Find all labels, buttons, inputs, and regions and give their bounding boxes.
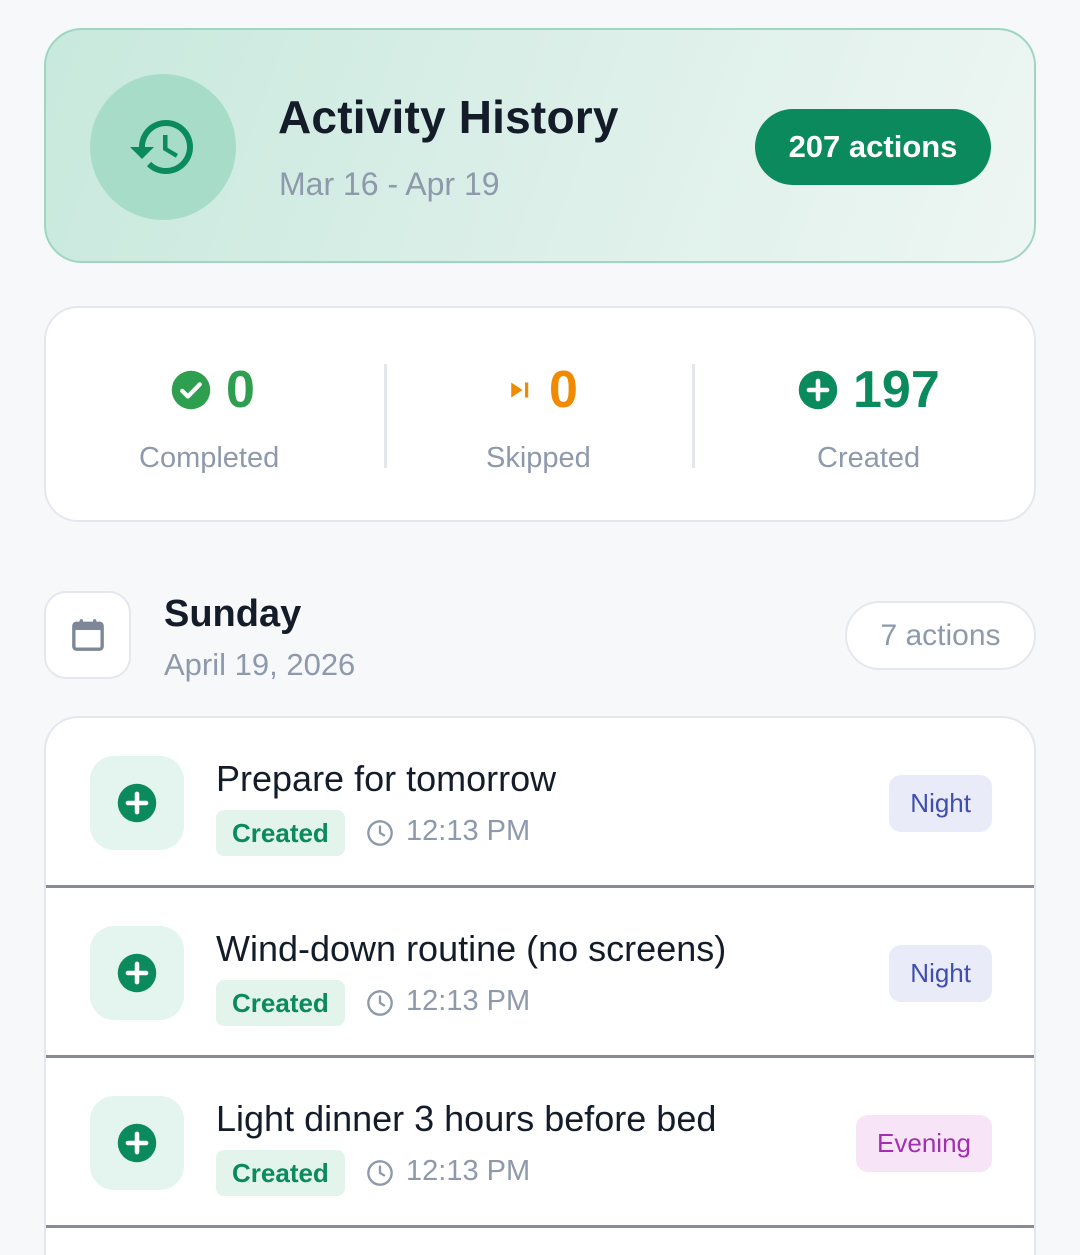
stat-created: 197 Created — [694, 308, 1038, 520]
day-date: April 19, 2026 — [164, 647, 356, 682]
clock-icon — [367, 1160, 393, 1186]
skipped-count: 0 — [549, 361, 578, 419]
time-of-day-tag: Night — [889, 775, 992, 832]
check-circle-icon — [171, 370, 211, 410]
list-item[interactable]: Prepare for tomorrow Created 12:13 PM Ni… — [46, 718, 1034, 888]
list-item[interactable]: Light dinner 3 hours before bed Created … — [46, 1058, 1034, 1228]
calendar-icon — [44, 591, 131, 679]
stat-skipped: 0 Skipped — [386, 308, 694, 520]
item-title: Light dinner 3 hours before bed — [216, 1098, 717, 1139]
day-weekday: Sunday — [164, 593, 302, 635]
action-list: Prepare for tomorrow Created 12:13 PM Ni… — [44, 716, 1036, 1255]
total-actions-badge[interactable]: 207 actions — [755, 109, 991, 185]
day-actions-badge: 7 actions — [845, 601, 1036, 670]
clock-icon — [367, 990, 393, 1016]
item-title: Prepare for tomorrow — [216, 758, 557, 799]
skipped-label: Skipped — [486, 442, 591, 474]
item-time: 12:13 PM — [406, 985, 531, 1017]
item-time: 12:13 PM — [406, 1155, 531, 1187]
stats-card: 0 Completed 0 Skipped 197 Created — [44, 306, 1036, 522]
stat-completed: 0 Completed — [46, 308, 386, 520]
activity-history-page: Activity History Mar 16 - Apr 19 207 act… — [0, 0, 1080, 1255]
completed-label: Completed — [139, 442, 280, 474]
add-circle-icon — [90, 756, 184, 850]
completed-count: 0 — [226, 361, 255, 419]
created-label: Created — [817, 442, 921, 474]
skip-next-icon — [511, 382, 529, 398]
status-badge: Created — [216, 810, 345, 856]
add-circle-icon — [90, 1096, 184, 1190]
add-circle-icon — [90, 926, 184, 1020]
created-count: 197 — [853, 361, 940, 419]
activity-summary-card: Activity History Mar 16 - Apr 19 207 act… — [44, 28, 1036, 263]
item-time: 12:13 PM — [406, 815, 531, 847]
status-badge: Created — [216, 980, 345, 1026]
status-badge: Created — [216, 1150, 345, 1196]
time-of-day-tag: Evening — [856, 1115, 992, 1172]
history-icon — [90, 74, 236, 220]
add-circle-icon — [798, 370, 838, 410]
page-title: Activity History — [278, 91, 619, 143]
item-title: Wind-down routine (no screens) — [216, 928, 727, 969]
time-of-day-tag: Night — [889, 945, 992, 1002]
clock-icon — [367, 820, 393, 846]
date-range: Mar 16 - Apr 19 — [279, 166, 500, 202]
list-item[interactable]: Wind-down routine (no screens) Created 1… — [46, 888, 1034, 1058]
